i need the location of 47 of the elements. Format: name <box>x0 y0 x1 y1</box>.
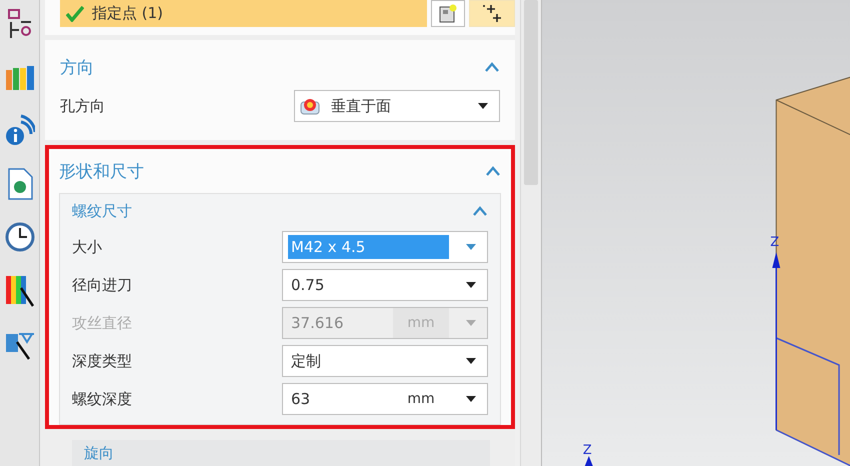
collapse-icon <box>485 166 501 176</box>
collapse-icon <box>484 62 500 72</box>
check-icon <box>66 6 84 22</box>
unit-text: mm <box>406 390 436 409</box>
caret-icon <box>465 319 477 327</box>
field-label: 螺纹深度 <box>72 390 132 408</box>
measure-icon[interactable] <box>4 330 34 360</box>
section-header[interactable]: 形状和尺寸 <box>59 149 501 193</box>
field-label: 深度类型 <box>72 352 132 370</box>
dropdown[interactable]: 定制 <box>282 345 488 377</box>
subsection-header[interactable]: 螺纹尺寸 <box>72 194 488 228</box>
add-point-button[interactable] <box>469 0 515 27</box>
add-points-icon <box>481 4 503 24</box>
dropdown-value: 垂直于面 <box>330 96 392 117</box>
field-label: 大小 <box>72 238 102 256</box>
section-header[interactable]: 方向 <box>60 52 500 82</box>
target-face-icon <box>300 96 322 116</box>
unit-text: mm <box>393 308 449 338</box>
z-axis <box>584 456 593 466</box>
dropdown-value: 37.616 <box>290 313 344 334</box>
dropdown[interactable]: 垂直于面 <box>294 90 500 122</box>
caret-icon <box>465 243 477 251</box>
dropdown[interactable]: M42 x 4.5 <box>282 231 488 263</box>
clock-icon[interactable] <box>4 222 34 252</box>
caret-icon <box>465 357 477 365</box>
dropdown-value: 定制 <box>290 351 322 372</box>
scrollbar-thumb[interactable] <box>524 0 538 185</box>
collapse-icon <box>472 206 488 216</box>
sketch-tools-icon[interactable] <box>6 8 32 40</box>
caret-icon <box>477 102 489 110</box>
dropdown[interactable]: 63 mm <box>282 383 488 415</box>
dropdown[interactable]: 0.75 <box>282 269 488 301</box>
dropdown-value: 0.75 <box>290 275 326 296</box>
axis-label: Z <box>582 442 592 458</box>
point-dialog-button[interactable] <box>431 0 465 27</box>
field-label: 径向进刀 <box>72 276 132 294</box>
point-selector-button[interactable]: 指定点 (1) <box>60 0 427 27</box>
color-map-icon[interactable] <box>4 274 34 308</box>
caret-icon <box>465 395 477 403</box>
field-label: 攻丝直径 <box>72 314 132 332</box>
dropdown-value: 63 <box>290 389 312 410</box>
document-icon[interactable] <box>6 168 32 200</box>
dropdown-value: M42 x 4.5 <box>288 235 449 259</box>
caret-icon <box>465 281 477 289</box>
field-label: 孔方向 <box>60 96 105 116</box>
info-signal-icon[interactable] <box>4 114 34 146</box>
point-dialog-icon <box>438 4 458 24</box>
